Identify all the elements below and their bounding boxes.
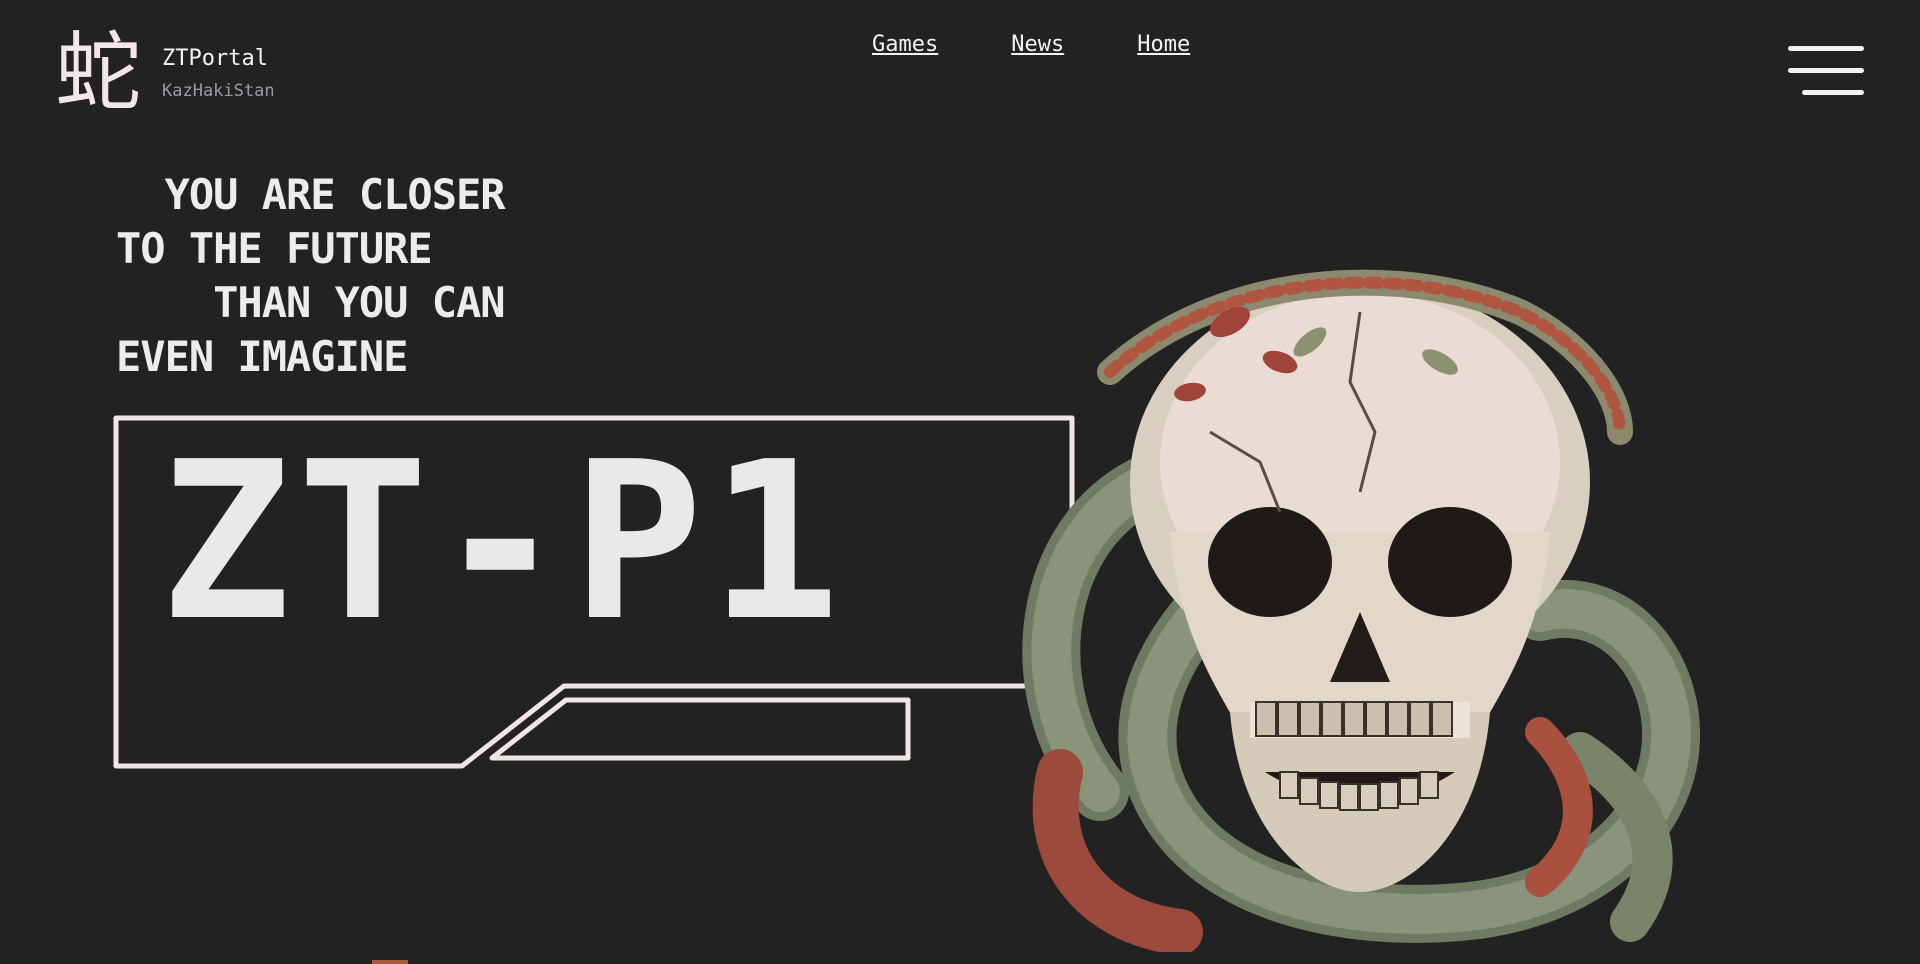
menu-bar-bottom	[1802, 90, 1864, 95]
bottom-accent-bar	[372, 960, 408, 964]
brand-title: ZTPortal	[162, 45, 268, 71]
menu-bar-top	[1788, 46, 1864, 51]
hero-tagline: YOU ARE CLOSER TO THE FUTURE THAN YOU CA…	[116, 168, 506, 384]
main-nav: Games News Home	[872, 32, 1263, 57]
skull-art	[1022, 269, 1701, 955]
snake-kanji-logo: 蛇	[55, 23, 141, 123]
skull-with-snakes-illustration	[980, 232, 1720, 955]
brand-text: ZTPortal KazHakiStan	[162, 46, 275, 101]
landing-page: 蛇 ZTPortal KazHakiStan Games News Home Y…	[0, 0, 1920, 964]
nav-link-home[interactable]: Home	[1137, 32, 1190, 57]
brand-subtitle: KazHakiStan	[162, 80, 275, 101]
tagline-line: TO THE FUTURE	[116, 224, 433, 273]
brand[interactable]: 蛇 ZTPortal KazHakiStan	[55, 23, 275, 123]
tagline-line: EVEN IMAGINE	[116, 332, 408, 381]
hamburger-menu-icon[interactable]	[1788, 46, 1864, 96]
product-name: ZT-P1	[160, 416, 847, 669]
tagline-line: THAN YOU CAN	[116, 278, 505, 327]
menu-bar-middle	[1788, 68, 1864, 73]
nav-link-games[interactable]: Games	[872, 32, 938, 57]
nav-link-news[interactable]: News	[1011, 32, 1064, 57]
tagline-line: YOU ARE CLOSER	[116, 170, 506, 219]
product-frame: ZT-P1	[112, 414, 1092, 774]
